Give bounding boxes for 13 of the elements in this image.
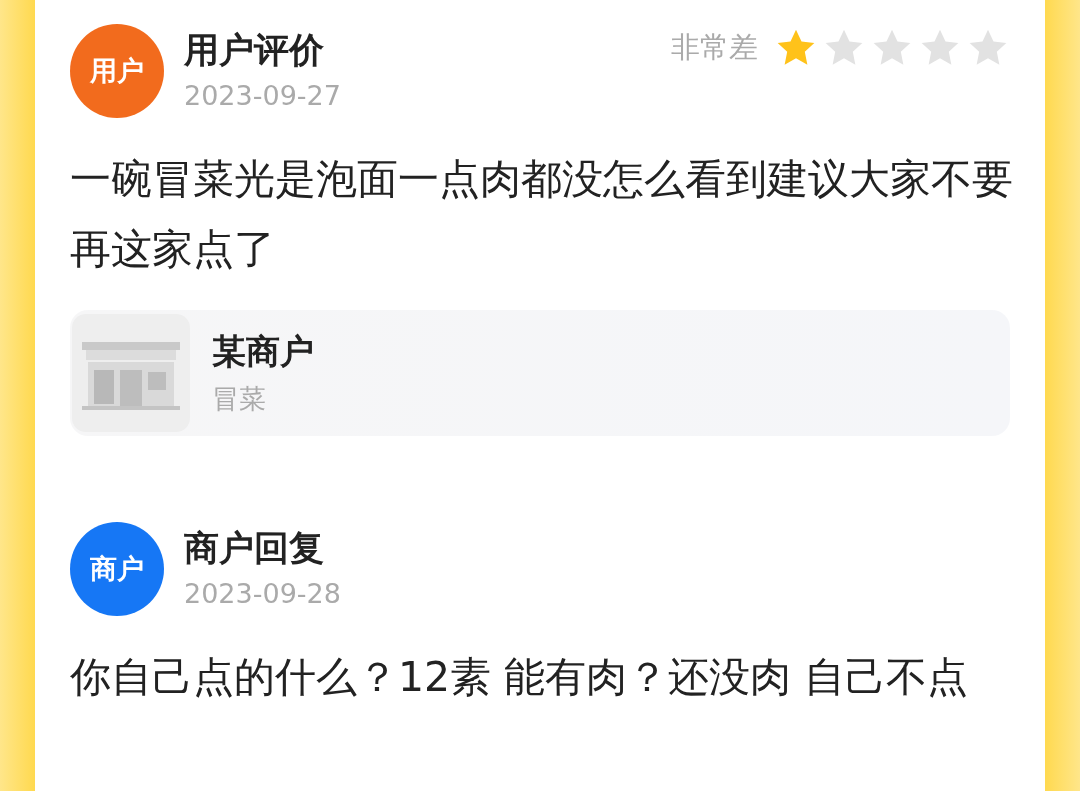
merchant-name: 某商户 bbox=[212, 330, 314, 373]
reply-date: 2023-09-28 bbox=[184, 577, 342, 611]
review-title: 用户评价 bbox=[184, 29, 325, 72]
reply-title: 商户回复 bbox=[184, 527, 325, 570]
user-avatar: 用户 bbox=[70, 24, 164, 118]
storefront-icon bbox=[72, 314, 190, 432]
merchant-avatar: 商户 bbox=[70, 522, 164, 616]
merchant-category: 冒菜 bbox=[212, 382, 267, 416]
rating-label: 非常差 bbox=[671, 29, 758, 66]
reply-text: 你自己点的什么？12素 能有肉？还没肉 自己不点 bbox=[70, 652, 970, 703]
review-date: 2023-09-27 bbox=[184, 79, 342, 113]
merchant-card[interactable]: 某商户 冒菜 bbox=[70, 310, 1010, 436]
review-text: 一碗冒菜光是泡面一点肉都没怎么看到建议大家不要再这家点了 bbox=[70, 154, 1014, 275]
